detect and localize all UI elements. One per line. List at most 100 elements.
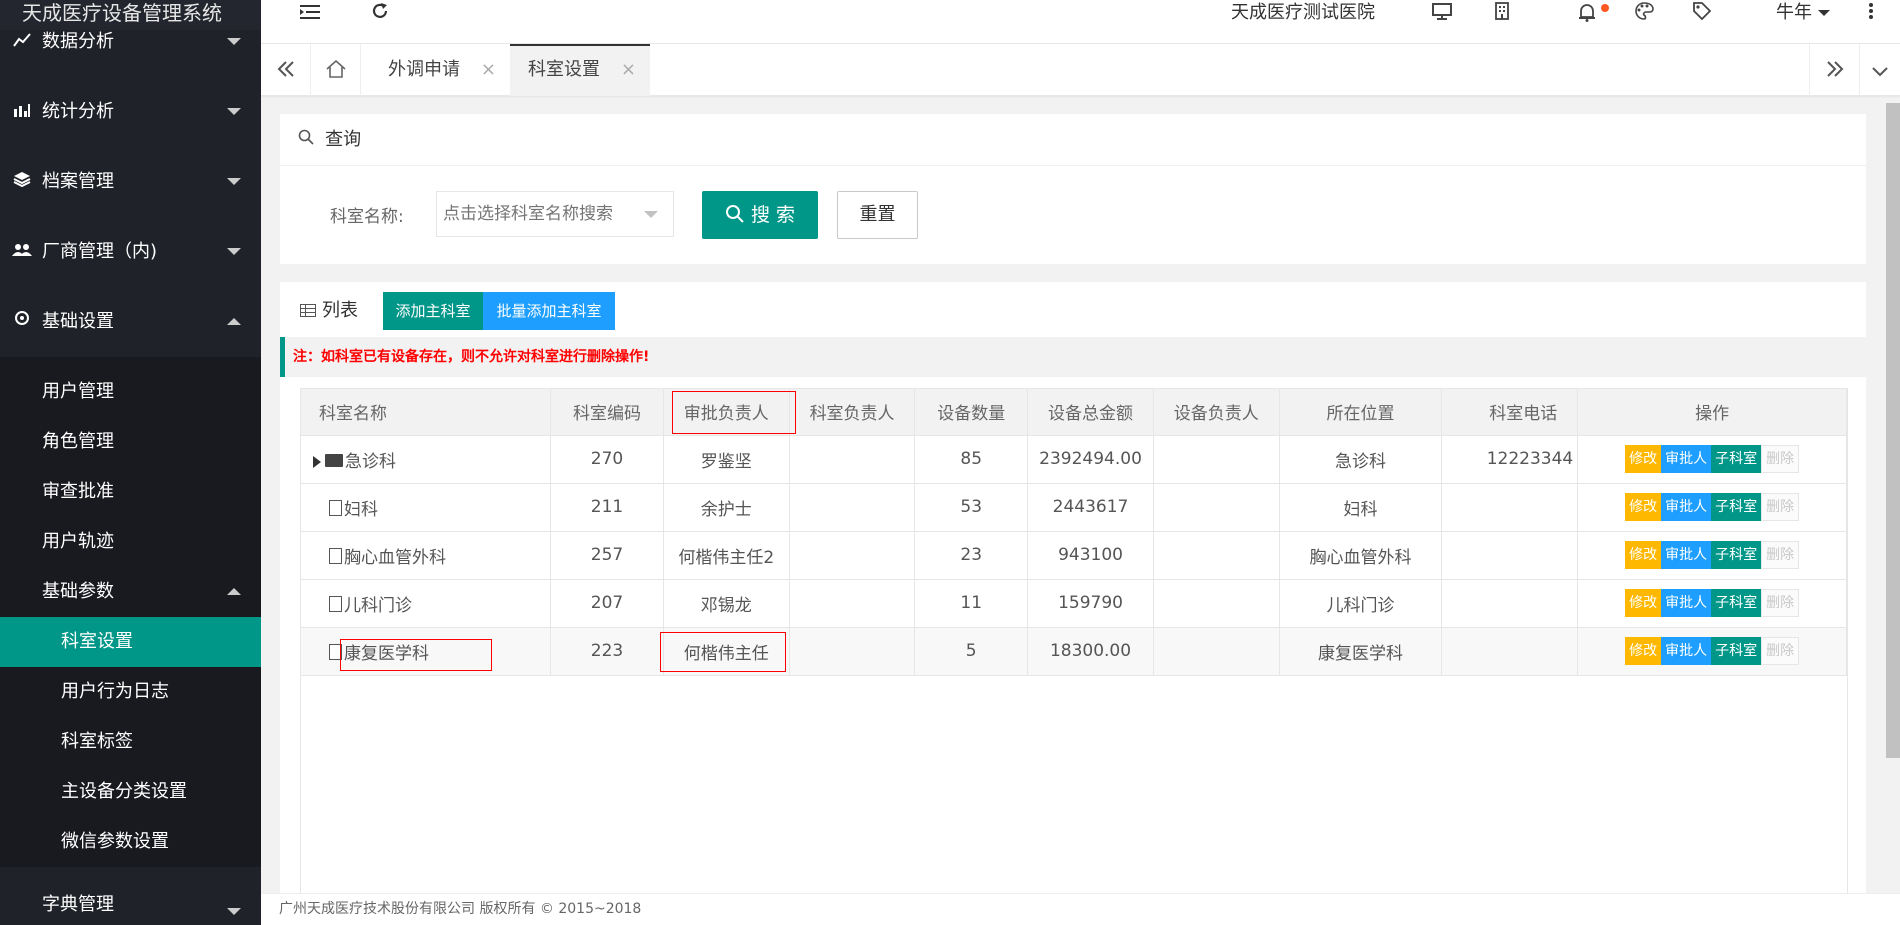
chevron-down-icon — [644, 211, 658, 218]
sidebar-item-user-trace[interactable]: 用户轨迹 — [0, 517, 261, 567]
child-dept-button[interactable]: 子科室 — [1711, 589, 1762, 617]
approver-button[interactable]: 审批人 — [1661, 541, 1712, 569]
dept-name-cell[interactable]: 妇科 — [301, 483, 552, 532]
search-icon — [725, 205, 744, 223]
file-icon — [329, 595, 342, 612]
vertical-scrollbar[interactable] — [1886, 103, 1900, 758]
approver-button[interactable]: 审批人 — [1661, 637, 1712, 665]
tag-icon[interactable] — [1689, 2, 1715, 28]
dept-name-select[interactable] — [436, 191, 674, 237]
operations-cell: 修改 审批人 子科室 删除 — [1577, 483, 1847, 532]
edit-button[interactable]: 修改 — [1625, 637, 1662, 665]
delete-button[interactable]: 删除 — [1761, 589, 1800, 617]
location-cell: 胸心血管外科 — [1279, 531, 1443, 580]
search-icon — [298, 129, 319, 149]
refresh-icon[interactable] — [365, 0, 395, 30]
close-icon[interactable]: × — [481, 44, 496, 96]
gear-icon — [10, 287, 34, 357]
tab-scroll-left-icon[interactable] — [261, 44, 311, 96]
child-dept-button[interactable]: 子科室 — [1711, 637, 1762, 665]
child-dept-button[interactable]: 子科室 — [1711, 445, 1762, 473]
sidebar-item-dept-tags[interactable]: 科室标签 — [0, 717, 261, 767]
child-dept-button[interactable]: 子科室 — [1711, 493, 1762, 521]
dept-name-cell[interactable]: 胸心血管外科 — [301, 531, 552, 580]
edit-button[interactable]: 修改 — [1625, 493, 1662, 521]
delete-button[interactable]: 删除 — [1761, 493, 1800, 521]
sidebar-item-wechat-params[interactable]: 微信参数设置 — [0, 817, 261, 867]
sidebar-group-dictionary[interactable]: 字典管理 — [0, 880, 261, 925]
column-header[interactable]: 科室电话 — [1441, 389, 1579, 436]
column-header: 操作 — [1577, 389, 1847, 436]
building-icon[interactable] — [1489, 2, 1515, 28]
user-menu[interactable]: 牛年 — [1776, 0, 1830, 26]
sidebar-item-dept-settings[interactable]: 科室设置 — [0, 617, 261, 667]
column-header[interactable]: 设备数量 — [914, 389, 1029, 436]
equipment-manager-cell — [1153, 579, 1280, 628]
sidebar-submenu-basic-settings: 用户管理 角色管理 审查批准 用户轨迹 基础参数 科室设置 用户行为日志 科室标… — [0, 357, 261, 867]
sidebar-group-archives[interactable]: 档案管理 — [0, 147, 261, 217]
tab-menu-chevron-down-icon[interactable] — [1859, 44, 1900, 96]
delete-button[interactable]: 删除 — [1761, 541, 1800, 569]
dept-code-cell: 270 — [550, 435, 664, 484]
sidebar-item-user-behavior-log[interactable]: 用户行为日志 — [0, 667, 261, 717]
dept-code-cell: 211 — [550, 483, 664, 532]
table-row[interactable]: 妇科 211 余护士 53 2443617 妇科 修改 审批人 子科室 删除 — [301, 483, 1847, 532]
tab-external-transfer[interactable]: 外调申请 × — [362, 44, 510, 96]
column-header[interactable]: 所在位置 — [1279, 389, 1443, 436]
sidebar-item-user-management[interactable]: 用户管理 — [0, 367, 261, 417]
sidebar-item-basic-params[interactable]: 基础参数 — [0, 567, 261, 617]
child-dept-button[interactable]: 子科室 — [1711, 541, 1762, 569]
table-row[interactable]: 儿科门诊 207 邓锡龙 11 159790 儿科门诊 修改 审批人 子科室 删除 — [301, 579, 1847, 628]
table-row[interactable]: 胸心血管外科 257 何楷伟主任2 23 943100 胸心血管外科 修改 审批人… — [301, 531, 1847, 580]
dept-name-cell[interactable]: 急诊科 — [301, 435, 552, 484]
equipment-count-cell: 11 — [914, 579, 1029, 628]
column-header[interactable]: 设备总金额 — [1027, 389, 1154, 436]
column-header[interactable]: 审批负责人 — [663, 389, 790, 436]
dept-name-cell[interactable]: 儿科门诊 — [301, 579, 552, 628]
edit-button[interactable]: 修改 — [1625, 541, 1662, 569]
menu-fold-icon[interactable] — [295, 0, 325, 30]
sidebar-item-equipment-category[interactable]: 主设备分类设置 — [0, 767, 261, 817]
hospital-name: 天成医疗测试医院 — [1231, 2, 1375, 23]
tab-bar: 外调申请 × 科室设置 × — [261, 44, 1900, 96]
batch-add-main-dept-button[interactable]: 批量添加主科室 — [483, 292, 615, 330]
edit-button[interactable]: 修改 — [1625, 589, 1662, 617]
manager-cell — [789, 579, 916, 628]
reset-button[interactable]: 重置 — [837, 191, 918, 239]
bell-icon[interactable] — [1574, 2, 1600, 28]
equipment-count-cell: 5 — [914, 627, 1029, 676]
sidebar-group-data-analysis[interactable]: 数据分析 — [0, 7, 261, 77]
tab-scroll-right-icon[interactable] — [1809, 44, 1859, 96]
phone-cell — [1441, 627, 1579, 676]
edit-button[interactable]: 修改 — [1625, 445, 1662, 473]
sidebar-group-basic-settings[interactable]: 基础设置 — [0, 287, 261, 357]
home-icon[interactable] — [311, 44, 361, 96]
screen-icon[interactable] — [1429, 2, 1455, 28]
dept-name-cell[interactable]: 康复医学科 — [301, 627, 552, 676]
sidebar-group-statistics[interactable]: 统计分析 — [0, 77, 261, 147]
approver-button[interactable]: 审批人 — [1661, 445, 1712, 473]
more-vertical-icon[interactable] — [1864, 2, 1878, 28]
close-icon[interactable]: × — [621, 46, 636, 94]
column-header[interactable]: 科室编码 — [550, 389, 664, 436]
approver-button[interactable]: 审批人 — [1661, 589, 1712, 617]
table-row[interactable]: 急诊科 270 罗鉴坚 85 2392494.00 急诊科 12223344 修… — [301, 435, 1847, 484]
column-header[interactable]: 设备负责人 — [1153, 389, 1280, 436]
delete-button[interactable]: 删除 — [1761, 445, 1800, 473]
chevron-up-icon — [227, 588, 241, 595]
expand-arrow-icon[interactable] — [313, 455, 321, 468]
column-header[interactable]: 科室名称 — [301, 389, 552, 436]
approver-button[interactable]: 审批人 — [1661, 493, 1712, 521]
delete-button[interactable]: 删除 — [1761, 637, 1800, 665]
sidebar-item-role-management[interactable]: 角色管理 — [0, 417, 261, 467]
sidebar-group-vendors[interactable]: 厂商管理（内) — [0, 217, 261, 287]
tab-dept-settings[interactable]: 科室设置 × — [510, 44, 650, 96]
column-header[interactable]: 科室负责人 — [789, 389, 916, 436]
chevron-down-icon — [227, 908, 241, 915]
search-button[interactable]: 搜 索 — [702, 191, 818, 239]
table-row[interactable]: 康复医学科 223 何楷伟主任 5 18300.00 康复医学科 修改 审批人 子科… — [301, 627, 1847, 676]
sidebar-item-review-approval[interactable]: 审查批准 — [0, 467, 261, 517]
add-main-dept-button[interactable]: 添加主科室 — [383, 292, 483, 330]
dept-name: 胸心血管外科 — [344, 547, 446, 568]
palette-icon[interactable] — [1631, 2, 1657, 28]
